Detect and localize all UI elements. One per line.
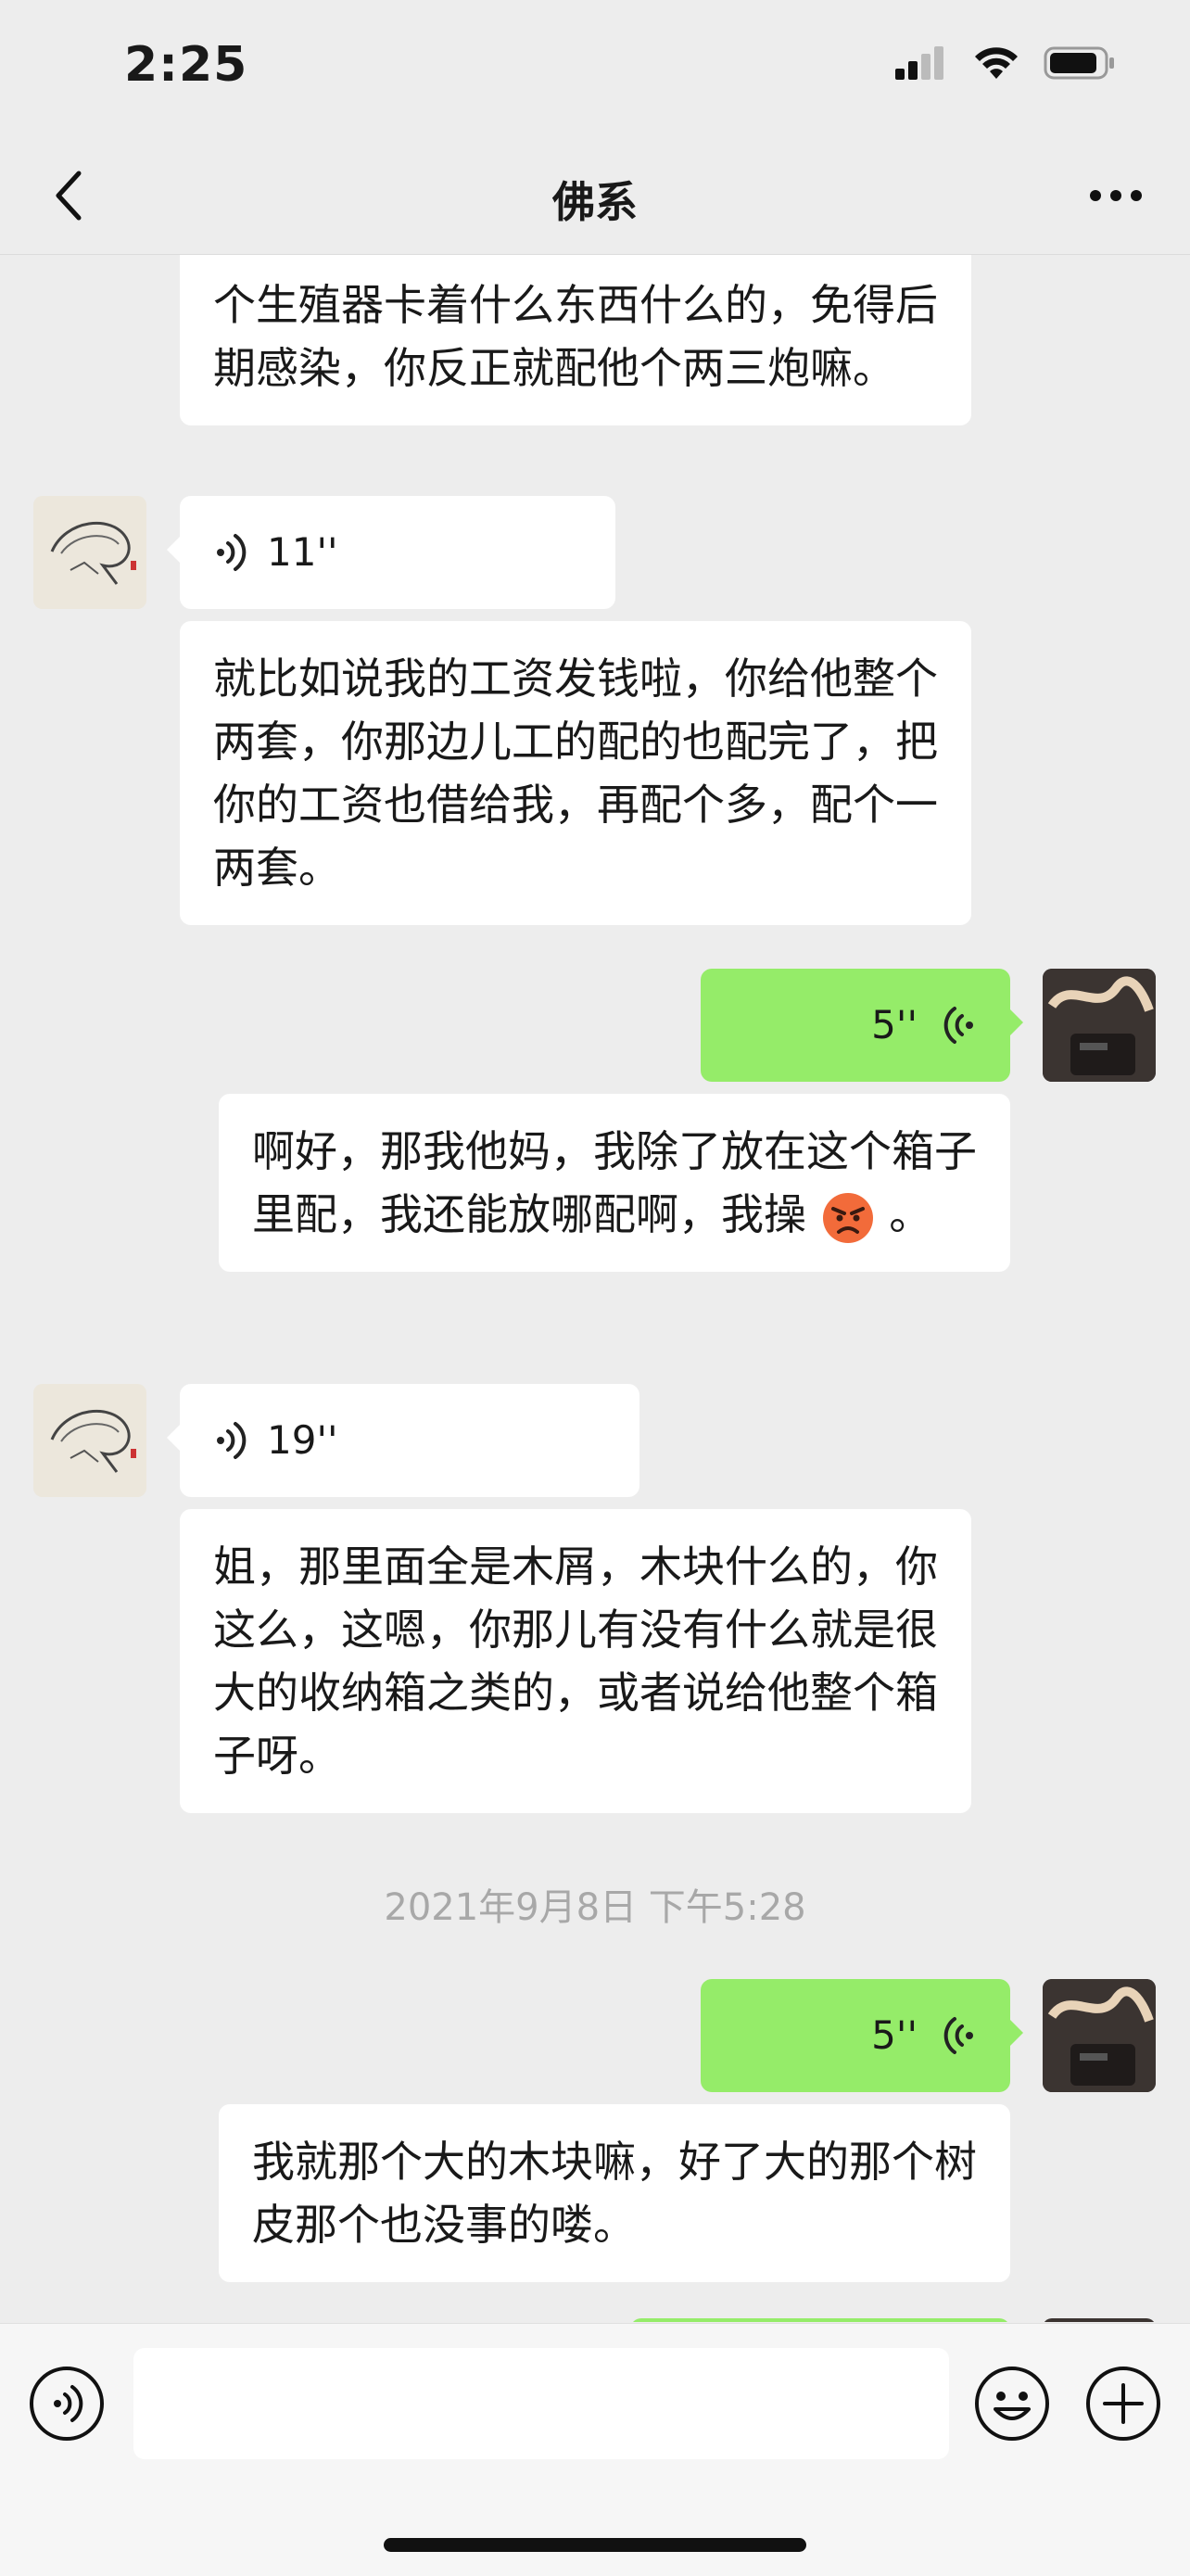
- more-button[interactable]: [1079, 163, 1153, 228]
- contact-avatar[interactable]: [33, 1384, 146, 1497]
- voice-message-bubble-sent[interactable]: 5'': [701, 969, 1023, 1082]
- message-text: 个生殖器卡着什么东西什么的，免得后期感染，你反正就配他个两三炮嘛。: [213, 280, 938, 393]
- status-icons: [893, 44, 1116, 82]
- contact-avatar[interactable]: [33, 496, 146, 609]
- voice-duration: 5'': [871, 2012, 918, 2058]
- voice-duration: 11'': [267, 529, 338, 575]
- voice-message-bubble-sent[interactable]: 5'': [701, 1979, 1023, 2092]
- voice-message-bubble[interactable]: 19'': [167, 1384, 639, 1497]
- message-text: 姐，那里面全是木屑，木块什么的，你这么，这嗯，你那儿有没有什么就是很大的收纳箱之…: [213, 1542, 938, 1781]
- user-photo-avatar-icon: [1043, 969, 1156, 1082]
- voice-transcription-bubble[interactable]: 我就那个大的木块嘛，好了大的那个树皮那个也没事的喽。: [219, 2104, 1010, 2282]
- smiley-icon: [975, 2367, 1049, 2441]
- angry-face-emoji-icon: [822, 1192, 873, 1243]
- snake-sketch-avatar-icon: [33, 496, 146, 609]
- voice-duration: 5'': [871, 1002, 918, 1047]
- voice-wave-icon: [943, 2017, 973, 2054]
- message-text: 我就那个大的木块嘛，好了大的那个树皮那个也没事的喽。: [252, 2137, 977, 2250]
- plus-circle-icon: [1086, 2367, 1160, 2441]
- my-avatar[interactable]: [1043, 969, 1156, 1082]
- snake-sketch-avatar-icon: [33, 1384, 146, 1497]
- emoji-button[interactable]: [971, 2363, 1053, 2444]
- voice-duration: 19'': [267, 1417, 338, 1463]
- wifi-icon: [975, 47, 1018, 79]
- chat-timestamp: 2021年9月8日 下午5:28: [384, 1886, 806, 1929]
- nav-bar: 佛系: [0, 139, 1190, 255]
- message-bubble[interactable]: 个生殖器卡着什么东西什么的，免得后期感染，你反正就配他个两三炮嘛。: [180, 255, 971, 425]
- message-text-suffix: 。: [889, 1189, 932, 1239]
- partial-voice-bubble[interactable]: [630, 2318, 1010, 2322]
- chat-messages[interactable]: 个生殖器卡着什么东西什么的，免得后期感染，你反正就配他个两三炮嘛。 11'' 就…: [0, 255, 1190, 2322]
- cellular-signal-icon: [895, 46, 943, 80]
- more-functions-button[interactable]: [1082, 2363, 1164, 2444]
- voice-transcription-bubble[interactable]: 啊好，那我他妈，我除了放在这个箱子里配，我还能放哪配啊，我操 。: [219, 1094, 1010, 1272]
- voice-toggle-icon: [30, 2367, 104, 2441]
- voice-wave-icon: [943, 1007, 973, 1044]
- partial-avatar[interactable]: [1043, 2318, 1156, 2322]
- voice-input-button[interactable]: [26, 2363, 108, 2444]
- voice-message-bubble[interactable]: 11'': [167, 496, 615, 609]
- home-indicator[interactable]: [384, 2538, 806, 2552]
- chat-title: 佛系: [552, 177, 638, 227]
- user-photo-avatar-icon: [1043, 1979, 1156, 2092]
- message-text: 就比如说我的工资发钱啦，你给他整个两套，你那边儿工的配的也配完了，把你的工资也借…: [213, 654, 938, 893]
- message-input[interactable]: [133, 2348, 949, 2459]
- voice-wave-icon: [217, 534, 247, 571]
- my-avatar[interactable]: [1043, 1979, 1156, 2092]
- status-bar: 2:25: [0, 0, 1190, 139]
- more-dots-icon: [1090, 190, 1142, 201]
- status-time: 2:25: [124, 37, 248, 93]
- message-bubble[interactable]: 姐，那里面全是木屑，木块什么的，你这么，这嗯，你那儿有没有什么就是很大的收纳箱之…: [180, 1509, 971, 1813]
- battery-icon: [1044, 46, 1114, 80]
- message-bubble[interactable]: 就比如说我的工资发钱啦，你给他整个两套，你那边儿工的配的也配完了，把你的工资也借…: [180, 621, 971, 925]
- voice-wave-icon: [217, 1422, 247, 1459]
